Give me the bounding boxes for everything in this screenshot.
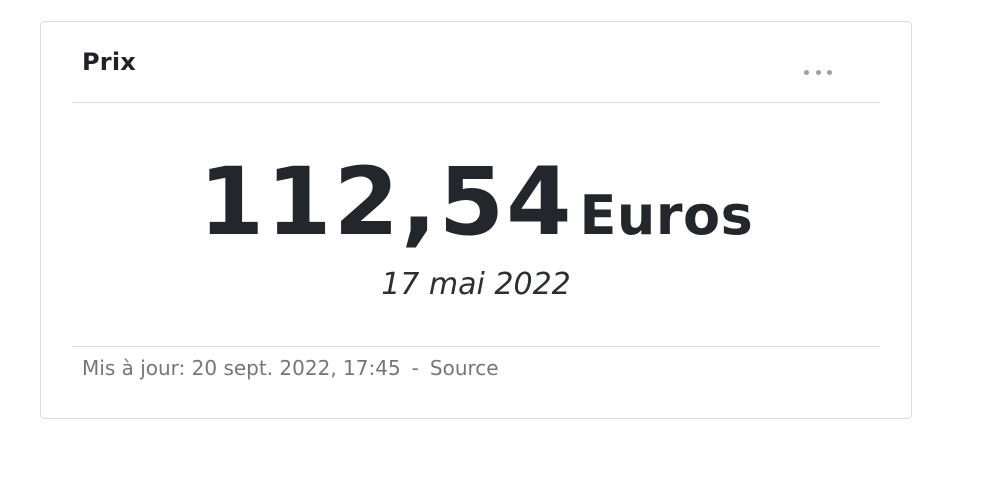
more-dot <box>804 69 809 75</box>
footer-separator: - <box>411 356 419 380</box>
card-header: Prix <box>72 22 880 103</box>
more-options-icon[interactable] <box>804 64 832 80</box>
more-dot <box>815 69 821 75</box>
price-value: 112,54 Euros <box>72 148 880 257</box>
price-unit: Euros <box>579 184 754 247</box>
price-amount: 112,54 <box>198 148 574 257</box>
card-footer: Mis à jour: 20 sept. 2022, 17:45- Source <box>72 346 880 380</box>
price-date: 17 mai 2022 <box>381 267 571 302</box>
more-dot <box>827 69 832 75</box>
card-title: Prix <box>82 48 136 76</box>
last-updated-text: Mis à jour: 20 sept. 2022, 17:45 <box>82 356 401 380</box>
price-card: Prix 112,54 Euros 17 mai 2022 Mis à jour:… <box>40 21 912 419</box>
source-link[interactable]: Source <box>430 356 499 380</box>
